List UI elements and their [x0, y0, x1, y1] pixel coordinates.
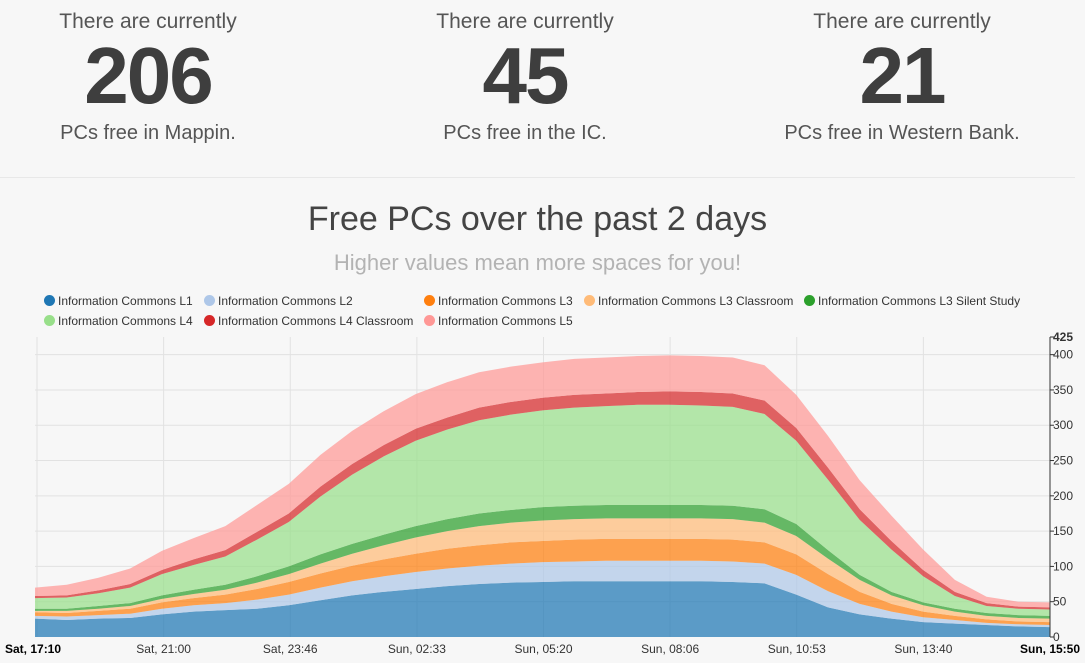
legend-item[interactable]: Information Commons L3 Classroom — [584, 293, 793, 309]
legend-label: Information Commons L4 Classroom — [218, 314, 414, 328]
legend-item[interactable]: Information Commons L3 — [424, 293, 573, 309]
stat-value-mappin: 206 — [84, 31, 213, 120]
stat-suffix-western-bank: PCs free in Western Bank. — [784, 122, 1020, 144]
stat-suffix-ic: PCs free in the IC. — [443, 122, 607, 144]
legend-item[interactable]: Information Commons L1 — [44, 293, 193, 309]
stat-value-western-bank: 21 — [859, 31, 947, 120]
x-tick-label: Sun, 10:53 — [768, 642, 826, 656]
chart-title: Free PCs over the past 2 days — [307, 200, 768, 238]
legend-item[interactable]: Information Commons L5 — [424, 313, 573, 329]
legend-item[interactable]: Information Commons L2 — [204, 293, 353, 309]
legend-swatch — [424, 295, 435, 306]
legend-swatch — [424, 315, 435, 326]
chart-subtitle: Higher values mean more spaces for you! — [333, 250, 742, 275]
section-divider — [0, 177, 1075, 178]
legend-swatch — [204, 295, 215, 306]
legend-item[interactable]: Information Commons L3 Silent Study — [804, 293, 1020, 309]
legend-label: Information Commons L3 Silent Study — [818, 294, 1021, 308]
legend-label: Information Commons L1 — [58, 294, 193, 308]
x-tick-label: Sat, 23:46 — [263, 642, 318, 656]
x-tick-label: Sun, 08:06 — [641, 642, 699, 656]
x-tick-label: Sat, 21:00 — [136, 642, 191, 656]
legend-label: Information Commons L5 — [438, 314, 573, 328]
y-tick-label: 300 — [1053, 418, 1073, 432]
legend-label: Information Commons L3 Classroom — [598, 294, 794, 308]
y-tick-label: 350 — [1053, 383, 1073, 397]
x-tick-label: Sun, 05:20 — [514, 642, 572, 656]
stat-western-bank: There are currently 21 PCs free in Weste… — [752, 8, 1052, 146]
y-tick-label: 100 — [1053, 559, 1073, 573]
y-tick-label: 50 — [1053, 595, 1067, 609]
legend-item[interactable]: Information Commons L4 Classroom — [204, 313, 413, 329]
stat-value-ic: 45 — [482, 31, 570, 120]
stat-mappin: There are currently 206 PCs free in Mapp… — [0, 8, 298, 146]
legend-label: Information Commons L2 — [218, 294, 353, 308]
legend-swatch — [204, 315, 215, 326]
x-tick-label: Sun, 02:33 — [388, 642, 446, 656]
y-tick-label: 150 — [1053, 524, 1073, 538]
legend-label: Information Commons L3 — [438, 294, 573, 308]
x-tick-label: Sun, 13:40 — [894, 642, 952, 656]
y-tick-label: 400 — [1053, 348, 1073, 362]
legend-swatch — [804, 295, 815, 306]
legend-item[interactable]: Information Commons L4 — [44, 313, 193, 329]
legend-swatch — [44, 295, 55, 306]
y-tick-label: 250 — [1053, 454, 1073, 468]
y-tick-label: 425 — [1053, 330, 1073, 344]
legend-label: Information Commons L4 — [58, 314, 193, 328]
stat-ic: There are currently 45 PCs free in the I… — [375, 8, 675, 146]
legend-swatch — [584, 295, 595, 306]
stacked-area-chart: 050100150200250300350400425Sat, 17:10 Sat… — [5, 330, 1080, 656]
y-tick-label: 200 — [1053, 489, 1073, 503]
legend-swatch — [44, 315, 55, 326]
x-tick-label: Sun, 15:50 — [1020, 642, 1080, 656]
x-tick-label: Sat, 17:10 — [5, 642, 61, 656]
stat-suffix-mappin: PCs free in Mappin. — [60, 122, 236, 144]
